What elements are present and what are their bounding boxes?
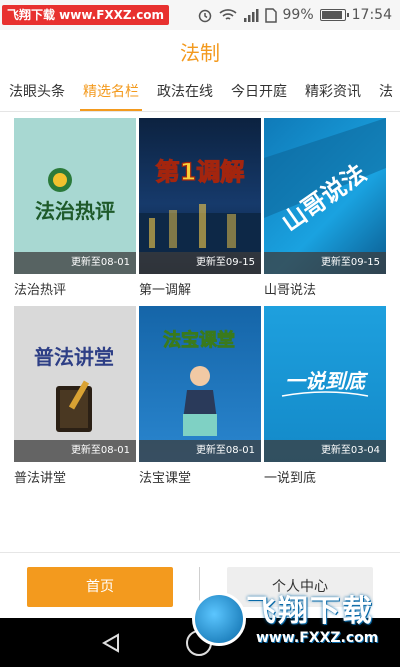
program-cover-art: 一说到底	[281, 369, 369, 397]
tab-court-today[interactable]: 今日开庭	[222, 74, 296, 111]
category-tabs: 法眼头条 精选名栏 政法在线 今日开庭 精彩资讯 法	[0, 74, 400, 112]
program-card[interactable]: 法宝课堂 更新至08-01 法宝课堂	[139, 306, 261, 488]
watermark-bird-icon	[192, 592, 246, 646]
update-date: 更新至08-01	[139, 440, 261, 462]
program-title[interactable]: 普法讲堂	[14, 470, 136, 488]
tab-headlines[interactable]: 法眼头条	[0, 74, 74, 111]
tab-news[interactable]: 精彩资讯	[296, 74, 370, 111]
watermark-banner: 飞翔下载 www.FXXZ.com	[2, 5, 170, 25]
update-date: 更新至09-15	[139, 252, 261, 274]
watermark-logo: 飞翔下载 www.FXXZ.com	[186, 586, 396, 664]
battery-icon	[319, 9, 349, 21]
svg-text:法宝课堂: 法宝课堂	[163, 329, 235, 351]
sim-icon	[264, 7, 277, 23]
watermark-url: www.FXXZ.com	[256, 630, 379, 646]
svg-text:第1调解: 第1调解	[156, 158, 245, 186]
program-thumbnail[interactable]: 法宝课堂 更新至08-01	[139, 306, 261, 462]
tab-more[interactable]: 法	[370, 74, 400, 111]
program-card[interactable]: 法治热评 更新至08-01 法治热评	[14, 118, 136, 300]
status-bar: 飞翔下载 www.FXXZ.com 99% 17:54	[0, 0, 400, 30]
program-cover: 山哥说法	[264, 118, 386, 274]
alarm-icon	[198, 9, 211, 23]
update-date: 更新至03-04	[264, 440, 386, 462]
wifi-icon	[218, 9, 237, 20]
program-cover-art: 法宝课堂	[163, 329, 235, 436]
program-title[interactable]: 山哥说法	[264, 282, 386, 300]
program-card[interactable]: 普法讲堂 更新至08-01 普法讲堂	[14, 306, 136, 488]
svg-text:法治热评: 法治热评	[35, 199, 115, 223]
program-card[interactable]: 山哥说法 更新至09-15 山哥说法	[264, 118, 386, 300]
clock: 17:54	[351, 7, 392, 23]
program-cover: 一说到底	[264, 306, 386, 462]
program-thumbnail[interactable]: 山哥说法 更新至09-15	[264, 118, 386, 274]
svg-text:一说到底: 一说到底	[285, 369, 369, 393]
update-date: 更新至08-01	[14, 440, 136, 462]
program-cover-art: 山哥说法	[264, 118, 386, 237]
signal-icon	[243, 9, 259, 22]
program-thumbnail[interactable]: 一说到底 更新至03-04	[264, 306, 386, 462]
battery-percent: 99%	[282, 7, 314, 23]
tab-featured-columns[interactable]: 精选名栏	[74, 74, 148, 111]
program-cover: 法宝课堂	[139, 306, 261, 462]
home-button[interactable]: 首页	[27, 567, 173, 607]
program-cover: 第1调解	[139, 118, 261, 274]
program-title[interactable]: 法宝课堂	[139, 470, 261, 488]
tab-politics-law-online[interactable]: 政法在线	[148, 74, 222, 111]
program-cover: 法治热评	[14, 118, 136, 274]
program-title[interactable]: 一说到底	[264, 470, 386, 488]
program-thumbnail[interactable]: 法治热评 更新至08-01	[14, 118, 136, 274]
program-cover-art: 第1调解	[139, 157, 261, 253]
program-thumbnail[interactable]: 普法讲堂 更新至08-01	[14, 306, 136, 462]
page-title: 法制	[180, 41, 220, 65]
svg-text:普法讲堂: 普法讲堂	[34, 345, 114, 369]
back-icon[interactable]	[100, 632, 122, 654]
program-thumbnail[interactable]: 第1调解 更新至09-15	[139, 118, 261, 274]
program-card[interactable]: 第1调解 更新至09-15 第一调解	[139, 118, 261, 300]
program-title[interactable]: 第一调解	[139, 282, 261, 300]
program-cover: 普法讲堂	[14, 306, 136, 462]
update-date: 更新至08-01	[14, 252, 136, 274]
update-date: 更新至09-15	[264, 252, 386, 274]
watermark-name: 飞翔下载	[246, 594, 374, 629]
status-icons: 99% 17:54	[197, 0, 392, 30]
program-cover-art: 法治热评	[35, 168, 115, 223]
program-card[interactable]: 一说到底 更新至03-04 一说到底	[264, 306, 386, 488]
program-cover-art: 普法讲堂	[34, 345, 114, 432]
program-title[interactable]: 法治热评	[14, 282, 136, 300]
